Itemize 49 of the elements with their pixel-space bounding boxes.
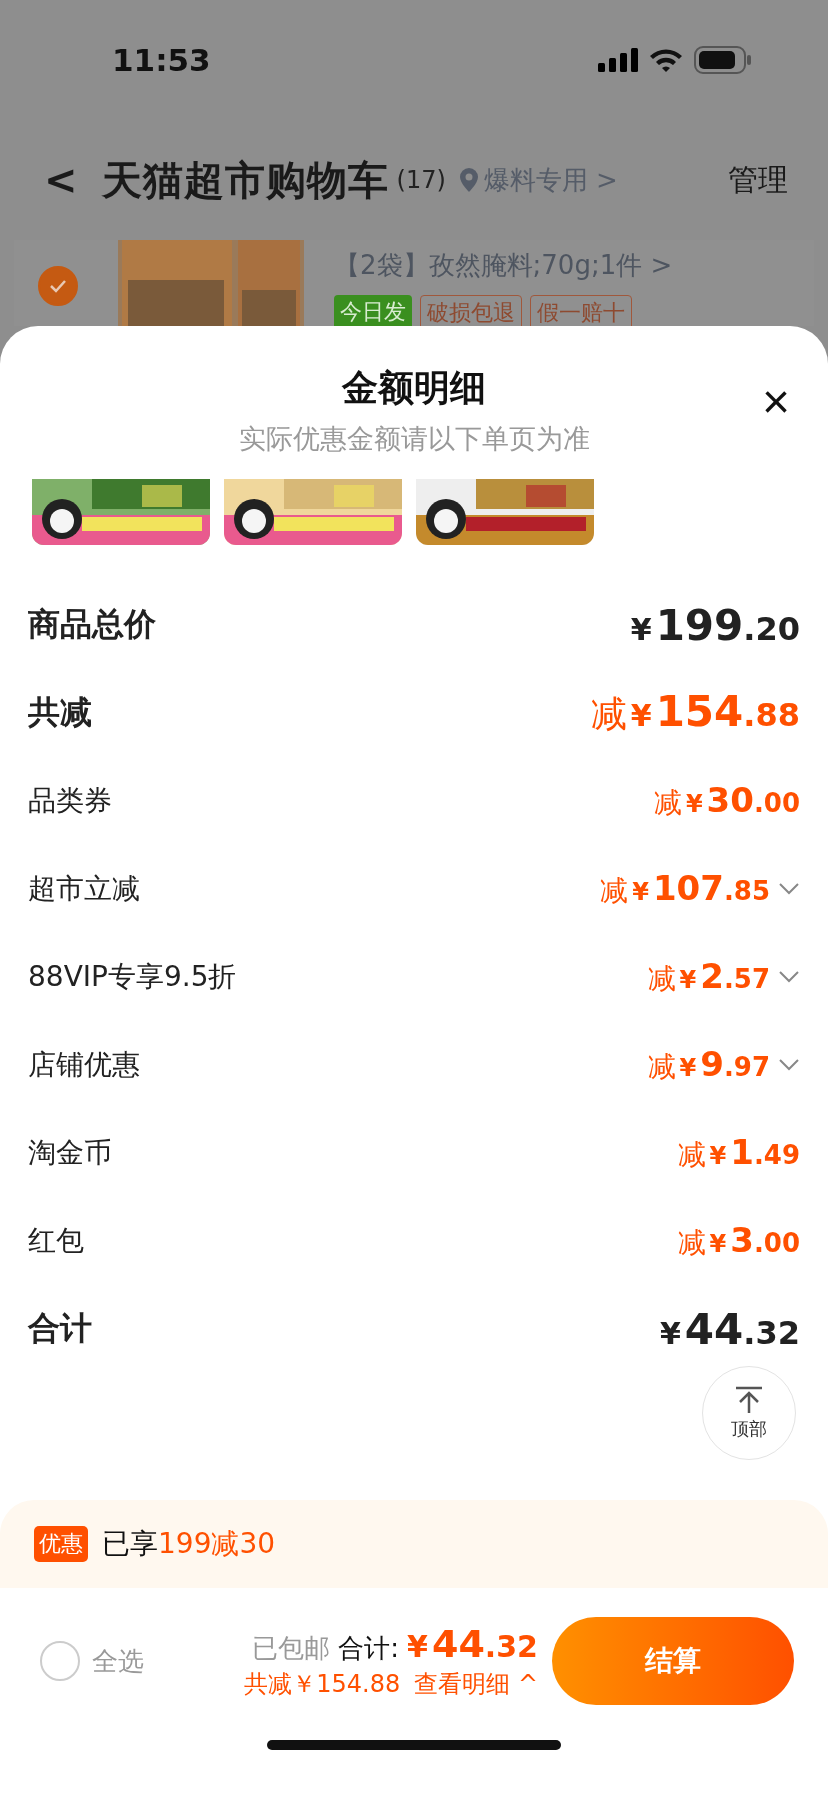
- view-details-link[interactable]: 查看明细 ^: [414, 1668, 538, 1700]
- manage-button[interactable]: 管理: [728, 159, 788, 201]
- chevron-down-icon[interactable]: [778, 882, 800, 896]
- price-label: 商品总价: [28, 604, 156, 645]
- price-amount: ¥44.32: [660, 1304, 800, 1354]
- price-label: 合计: [28, 1308, 92, 1349]
- checkmark-icon: [49, 279, 67, 293]
- shipping-text: 已包邮: [252, 1632, 331, 1665]
- price-amount: 减¥1.49: [677, 1132, 800, 1174]
- item-count: (17): [396, 166, 446, 194]
- price-amount: 减¥3.00: [677, 1220, 800, 1262]
- product-name[interactable]: 【2袋】孜然腌料;70g;1件 >: [334, 248, 673, 283]
- select-all-checkbox[interactable]: 全选: [40, 1641, 144, 1681]
- item-checkbox[interactable]: [38, 266, 78, 306]
- page-title: 天猫超市购物车: [101, 155, 389, 205]
- back-to-top-button[interactable]: 顶部: [702, 1366, 796, 1460]
- total-label: 合计:: [338, 1632, 400, 1665]
- status-time: 11:53: [112, 42, 211, 78]
- location-pin-icon: [459, 168, 478, 192]
- price-label: 超市立减: [28, 871, 140, 907]
- chevron-down-icon[interactable]: [778, 1058, 800, 1072]
- sheet-title: 金额明细: [342, 366, 486, 410]
- battery-icon: [694, 46, 752, 74]
- promo-badge: 优惠: [34, 1526, 88, 1562]
- product-tag: 今日发: [334, 295, 412, 326]
- address-link[interactable]: 爆料专用 >: [483, 162, 618, 198]
- promo-text: 已享199减30: [102, 1526, 276, 1562]
- price-amount: 减¥154.88: [590, 687, 800, 738]
- price-label: 共减: [28, 692, 92, 733]
- signal-icon: [598, 48, 638, 72]
- price-amount: 减¥9.97: [647, 1044, 770, 1086]
- price-amount: ¥199.20: [630, 600, 800, 650]
- back-button[interactable]: <: [44, 157, 78, 203]
- price-amount: 减¥2.57: [647, 956, 770, 998]
- close-button[interactable]: ×: [753, 378, 798, 426]
- price-label: 88VIP专享9.5折: [28, 959, 237, 995]
- checkout-button[interactable]: 结算: [552, 1617, 794, 1705]
- wifi-icon: [648, 47, 684, 73]
- arrow-up-icon: [734, 1385, 764, 1415]
- saved-amount: 共减￥154.88: [244, 1669, 401, 1700]
- price-label: 店铺优惠: [28, 1047, 140, 1083]
- price-label: 品类券: [28, 783, 112, 819]
- chevron-down-icon[interactable]: [778, 970, 800, 984]
- price-amount: 减¥30.00: [653, 780, 800, 822]
- price-label: 红包: [28, 1223, 84, 1259]
- price-amount: 减¥107.85: [600, 868, 770, 910]
- sheet-subtitle: 实际优惠金额请以下单页为准: [238, 422, 590, 456]
- price-label: 淘金币: [28, 1135, 112, 1171]
- total-amount: ¥44.32: [407, 1622, 538, 1666]
